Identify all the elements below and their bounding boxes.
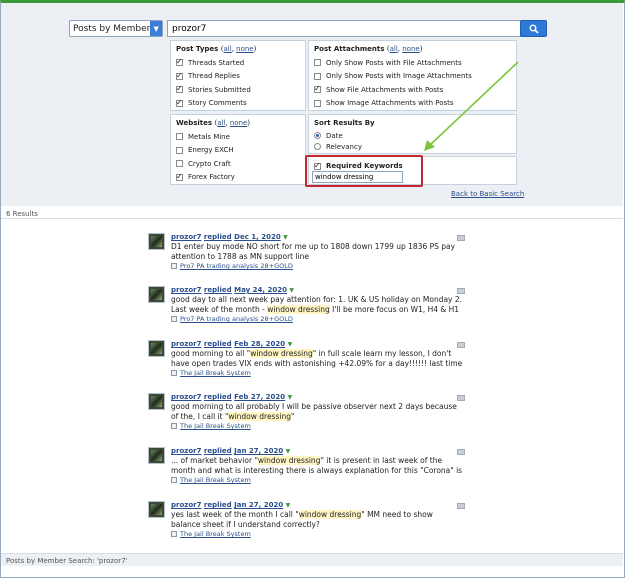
thread-link[interactable]: The Jail Break System — [180, 530, 251, 538]
thread-icon — [171, 263, 177, 269]
caret-down-icon[interactable]: ▼ — [289, 287, 294, 294]
user-link[interactable]: prozor7 — [171, 393, 201, 401]
thread-icon — [171, 423, 177, 429]
keyword-highlight: window dressing — [228, 411, 291, 421]
thread-link[interactable]: The Jail Break System — [180, 476, 251, 484]
results-count: 6 Results — [6, 210, 38, 218]
keyword-highlight: window dressing — [250, 349, 313, 358]
user-link[interactable]: prozor7 — [171, 501, 201, 509]
date-link[interactable]: May 24, 2020 — [234, 286, 287, 294]
date-link[interactable]: Feb 27, 2020 — [234, 393, 285, 401]
caret-down-icon[interactable]: ▼ — [283, 234, 288, 241]
action-link[interactable]: replied — [204, 286, 232, 294]
action-link[interactable]: replied — [204, 340, 232, 348]
post-excerpt: good morning to all "window dressing" in… — [171, 349, 464, 368]
thread-icon — [171, 370, 177, 376]
caret-down-icon[interactable]: ▼ — [286, 448, 291, 455]
thread-link[interactable]: The Jail Break System — [180, 369, 251, 377]
post-excerpt: good day to all next week pay attention … — [171, 295, 464, 314]
post-excerpt: good morning to all probably I will be p… — [171, 402, 464, 421]
action-link[interactable]: replied — [204, 393, 232, 401]
action-link[interactable]: replied — [204, 447, 232, 455]
avatar[interactable] — [148, 447, 165, 464]
user-link[interactable]: prozor7 — [171, 286, 201, 294]
date-link[interactable]: Feb 28, 2020 — [234, 340, 285, 348]
keyword-highlight: window dressing — [267, 304, 330, 314]
quote-icon[interactable] — [457, 449, 465, 455]
quote-icon[interactable] — [457, 288, 465, 294]
caret-down-icon[interactable]: ▼ — [288, 394, 293, 401]
avatar[interactable] — [148, 501, 165, 518]
thread-link[interactable]: The Jail Break System — [180, 422, 251, 430]
thread-link[interactable]: Pro7 PA trading analysis 28+GOLD — [180, 315, 293, 323]
date-link[interactable]: Dec 1, 2020 — [234, 233, 281, 241]
quote-icon[interactable] — [457, 395, 465, 401]
avatar[interactable] — [148, 233, 165, 250]
thread-icon — [171, 477, 177, 483]
caret-down-icon[interactable]: ▼ — [288, 341, 293, 348]
excerpt-text: " — [290, 411, 295, 421]
date-link[interactable]: Jan 27, 2020 — [234, 447, 283, 455]
back-to-basic-search-link[interactable]: Back to Basic Search — [451, 190, 524, 198]
avatar[interactable] — [148, 340, 165, 357]
post-excerpt: D1 enter buy mode NO short for me up to … — [171, 242, 464, 261]
divider — [1, 218, 623, 219]
quote-icon[interactable] — [457, 342, 465, 348]
footer-breadcrumb: Posts by Member Search: 'prozor7' — [1, 553, 623, 566]
quote-icon[interactable] — [457, 503, 465, 509]
date-link[interactable]: Jan 27, 2020 — [234, 501, 283, 509]
avatar[interactable] — [148, 286, 165, 303]
post-excerpt: yes last week of the month I call "windo… — [171, 510, 464, 529]
user-link[interactable]: prozor7 — [171, 233, 201, 241]
excerpt-text: good morning to all probably I will be p… — [171, 402, 457, 421]
excerpt-text: ... of market behavior " — [171, 456, 258, 465]
keyword-highlight: window dressing — [257, 456, 321, 465]
user-link[interactable]: prozor7 — [171, 447, 201, 455]
excerpt-text: good morning to all " — [171, 349, 251, 358]
avatar[interactable] — [148, 393, 165, 410]
keyword-highlight: window dressing — [298, 510, 362, 519]
quote-icon[interactable] — [457, 235, 465, 241]
thread-link[interactable]: Pro7 PA trading analysis 28+GOLD — [180, 262, 293, 270]
action-link[interactable]: replied — [204, 233, 232, 241]
user-link[interactable]: prozor7 — [171, 340, 201, 348]
thread-icon — [171, 316, 177, 322]
excerpt-text: D1 enter buy mode NO short for me up to … — [171, 242, 456, 261]
caret-down-icon[interactable]: ▼ — [286, 502, 291, 509]
post-excerpt: ... of market behavior "window dressing"… — [171, 456, 464, 475]
action-link[interactable]: replied — [204, 501, 232, 509]
thread-icon — [171, 531, 177, 537]
excerpt-text: yes last week of the month I call " — [171, 510, 299, 519]
